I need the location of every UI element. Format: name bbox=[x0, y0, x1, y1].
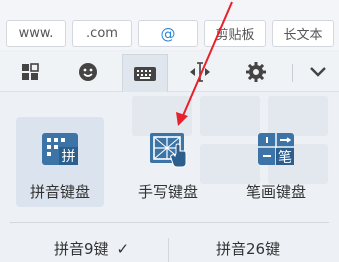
collapse-button[interactable] bbox=[298, 56, 338, 88]
clipboard-button[interactable]: 剪贴板 bbox=[204, 20, 266, 47]
stroke-keyboard-icon: 笔 bbox=[258, 133, 294, 166]
www-shortcut-button[interactable]: www. bbox=[6, 20, 66, 47]
handwriting-keyboard-icon bbox=[150, 133, 187, 168]
pinyin-keyboard-option[interactable]: 拼 拼音键盘 bbox=[16, 117, 104, 207]
keyboard-switch-button[interactable] bbox=[122, 54, 168, 92]
toolbar bbox=[0, 52, 339, 92]
emoji-button[interactable] bbox=[68, 56, 108, 88]
pinyin-9-key-label: 拼音9键 bbox=[54, 240, 109, 258]
panel-divider bbox=[10, 222, 329, 223]
keyboard-select-panel: 拼 拼音键盘 手写键盘 笔 笔画键盘 拼音9键 ✓ 拼音26键 bbox=[0, 92, 339, 262]
checkmark-icon: ✓ bbox=[116, 239, 130, 258]
shortcut-bar: www. .com @ 剪贴板 长文本 bbox=[0, 0, 339, 50]
svg-text:拼: 拼 bbox=[62, 149, 76, 165]
at-shortcut-button[interactable]: @ bbox=[138, 20, 198, 47]
handwriting-keyboard-label: 手写键盘 bbox=[137, 183, 198, 201]
settings-button[interactable] bbox=[236, 56, 276, 88]
stroke-keyboard-option[interactable]: 笔 笔画键盘 bbox=[232, 117, 320, 207]
toolbar-separator bbox=[292, 64, 293, 82]
pinyin-layout-row: 拼音9键 ✓ 拼音26键 bbox=[0, 232, 339, 262]
grid-icon bbox=[22, 63, 39, 80]
long-text-button[interactable]: 长文本 bbox=[272, 20, 334, 47]
pinyin-9-key-option[interactable]: 拼音9键 ✓ bbox=[54, 238, 129, 259]
ime-settings-panel: www. .com @ 剪贴板 长文本 拼 拼音键盘 手写键盘 笔 笔画键盘 拼… bbox=[0, 0, 339, 262]
pinyin-26-key-label: 拼音26键 bbox=[216, 240, 281, 258]
cursor-move-button[interactable] bbox=[180, 56, 220, 88]
chevron-down-icon bbox=[310, 67, 326, 77]
pinyin-keyboard-label: 拼音键盘 bbox=[29, 183, 90, 201]
stroke-keyboard-label: 笔画键盘 bbox=[245, 183, 306, 201]
smiley-icon bbox=[79, 63, 97, 81]
com-shortcut-button[interactable]: .com bbox=[72, 20, 132, 47]
pinyin-keyboard-icon: 拼 bbox=[42, 133, 78, 165]
mode-separator bbox=[168, 238, 169, 262]
cursor-move-icon bbox=[190, 62, 210, 82]
pinyin-26-key-option[interactable]: 拼音26键 bbox=[216, 238, 280, 259]
keyboard-icon bbox=[134, 66, 156, 81]
handwriting-keyboard-option[interactable]: 手写键盘 bbox=[124, 117, 212, 207]
svg-text:笔: 笔 bbox=[278, 150, 292, 166]
gear-icon bbox=[246, 62, 266, 82]
grid-menu-button[interactable] bbox=[10, 56, 50, 88]
